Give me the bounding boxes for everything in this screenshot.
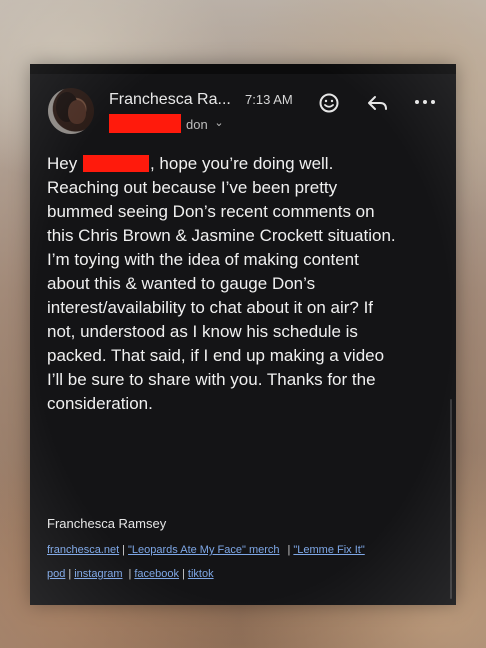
body-line: not, understood as I know his schedule i… bbox=[47, 322, 358, 341]
body-line: this Chris Brown & Jasmine Crockett situ… bbox=[47, 226, 396, 245]
podcast-link[interactable]: "Lemme Fix It" bbox=[293, 544, 364, 556]
separator: | bbox=[287, 544, 291, 556]
message-time: 7:13 AM bbox=[245, 92, 293, 107]
avatar-face bbox=[68, 100, 86, 124]
chevron-down-icon[interactable]: ⌄ bbox=[214, 117, 223, 129]
emoji-icon[interactable] bbox=[318, 92, 340, 114]
body-line: Reaching out because I’ve been pretty bbox=[47, 178, 338, 197]
body-line: about this & wanted to gauge Don’s bbox=[47, 274, 316, 293]
body-line: I’m toying with the idea of making conte… bbox=[47, 250, 359, 269]
signature-links-row-1: franchesca.net | "Leopards Ate My Face" me… bbox=[47, 544, 365, 556]
body-line: bummed seeing Don’s recent comments on bbox=[47, 202, 375, 221]
message-body: Hey , hope you’re doing well. Reaching o… bbox=[47, 152, 449, 416]
separator: | bbox=[182, 568, 185, 580]
signature-links-row-2: pod | instagram | facebook | tiktok bbox=[47, 568, 214, 580]
instagram-link[interactable]: instagram bbox=[74, 568, 122, 580]
body-line: interest/availability to chat about it o… bbox=[47, 298, 374, 317]
website-link[interactable]: franchesca.net bbox=[47, 544, 119, 556]
body-line: I’ll be sure to share with you. Thanks f… bbox=[47, 370, 376, 389]
body-line: packed. That said, if I end up making a … bbox=[47, 346, 385, 365]
recipient-name: don bbox=[186, 117, 208, 132]
greeting-rest: , hope you’re doing well. bbox=[149, 154, 334, 173]
more-icon[interactable] bbox=[414, 98, 436, 106]
separator: | bbox=[122, 544, 126, 556]
separator: | bbox=[128, 568, 132, 580]
facebook-link[interactable]: facebook bbox=[134, 568, 179, 580]
reply-icon[interactable] bbox=[366, 92, 390, 114]
redacted-name bbox=[82, 155, 149, 172]
avatar[interactable] bbox=[48, 88, 94, 134]
body-line: consideration. bbox=[47, 394, 153, 413]
separator: | bbox=[68, 568, 72, 580]
signature-name: Franchesca Ramsey bbox=[47, 516, 167, 531]
merch-link[interactable]: "Leopards Ate My Face" merch bbox=[128, 544, 280, 556]
greeting-word: Hey bbox=[47, 154, 78, 173]
redacted-recipient bbox=[109, 114, 181, 133]
sender-name[interactable]: Franchesca Ra... bbox=[109, 91, 231, 109]
panel-top-bar bbox=[30, 64, 456, 74]
scrollbar[interactable] bbox=[450, 399, 452, 599]
email-panel: Franchesca Ra... 7:13 AM don ⌄ Hey , hop… bbox=[30, 64, 456, 605]
podcast-link-cont[interactable]: pod bbox=[47, 568, 65, 580]
recipient-row[interactable]: don ⌄ bbox=[186, 117, 224, 132]
greeting-line: Hey , hope you’re doing well. bbox=[47, 152, 449, 176]
tiktok-link[interactable]: tiktok bbox=[188, 568, 214, 580]
